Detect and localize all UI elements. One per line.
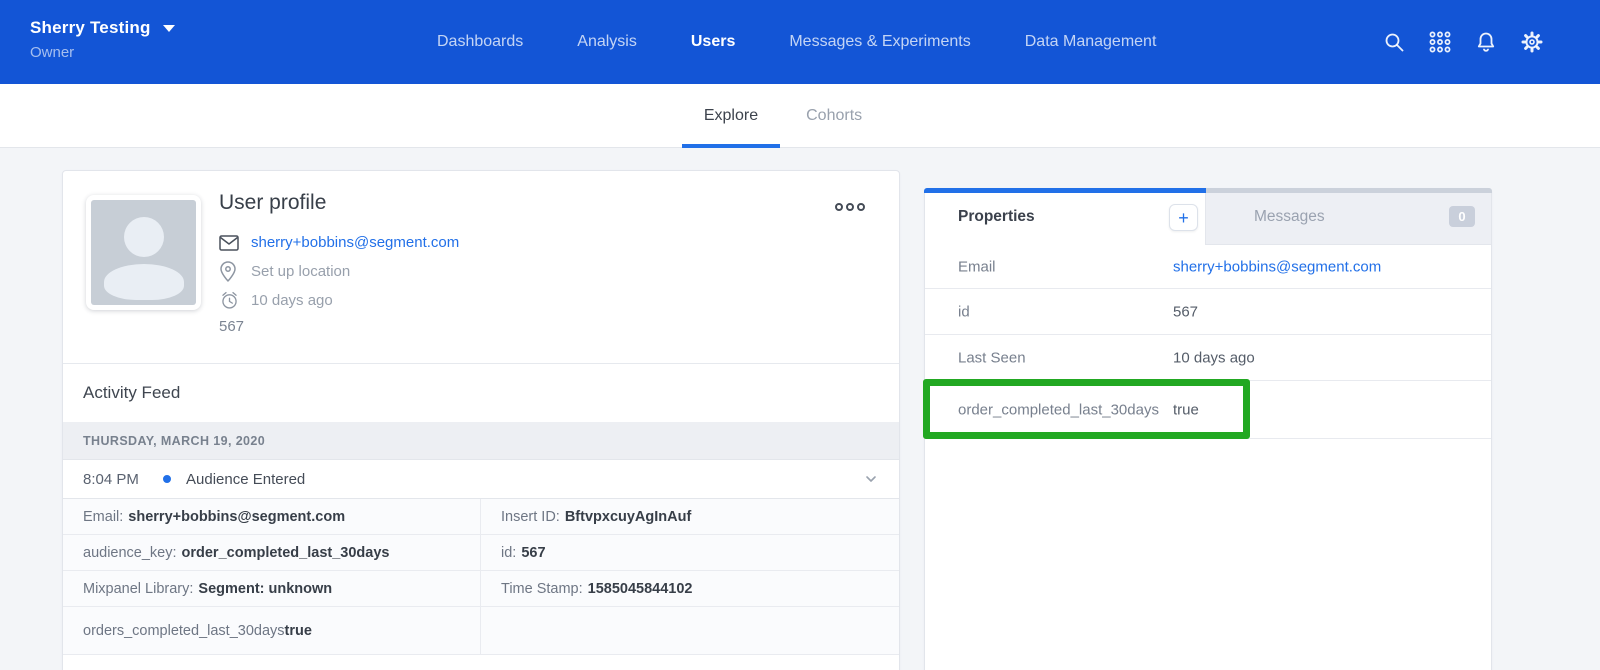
profile-location-row: Set up location <box>219 257 459 286</box>
tab-cohorts[interactable]: Cohorts <box>784 84 884 147</box>
event-name: Audience Entered <box>186 471 305 488</box>
event-prop-library: Mixpanel Library: Segment: unknown <box>63 571 481 606</box>
activity-date-header: THURSDAY, MARCH 19, 2020 <box>63 422 899 460</box>
more-options-button[interactable] <box>835 203 865 211</box>
event-time: 8:04 PM <box>83 471 139 488</box>
search-icon[interactable] <box>1382 30 1406 54</box>
add-property-button[interactable]: + <box>1169 204 1198 231</box>
nav-item-analysis[interactable]: Analysis <box>577 33 637 51</box>
nav-item-messages-experiments[interactable]: Messages & Experiments <box>789 33 970 51</box>
project-switcher[interactable]: Sherry Testing Owner <box>30 18 175 61</box>
apps-grid-icon[interactable] <box>1428 30 1452 54</box>
profile-last-seen: 10 days ago <box>251 292 333 309</box>
profile-email-link[interactable]: sherry+bobbins@segment.com <box>251 234 459 251</box>
event-properties-table: Email: sherry+bobbins@segment.com Insert… <box>63 498 899 655</box>
location-pin-icon <box>219 261 241 282</box>
tab-explore[interactable]: Explore <box>682 84 780 147</box>
activity-feed-title: Activity Feed <box>83 383 180 403</box>
tab-properties[interactable]: Properties + <box>925 189 1206 245</box>
table-row: Email: sherry+bobbins@segment.com Insert… <box>63 499 899 535</box>
event-prop-empty <box>481 607 899 654</box>
property-row-email: Email sherry+bobbins@segment.com <box>925 245 1491 289</box>
project-name: Sherry Testing <box>30 18 151 37</box>
event-prop-id: id: 567 <box>481 535 899 570</box>
event-donut-icon <box>163 475 171 483</box>
profile-info: User profile sherry+bobbins@segment.com … <box>219 191 459 335</box>
tab-messages[interactable]: Messages 0 <box>1206 189 1491 245</box>
main-navigation: Dashboards Analysis Users Messages & Exp… <box>437 0 1156 84</box>
table-row: Mixpanel Library: Segment: unknown Time … <box>63 571 899 607</box>
event-prop-email: Email: sherry+bobbins@segment.com <box>63 499 481 534</box>
profile-location-placeholder[interactable]: Set up location <box>251 263 350 280</box>
notifications-bell-icon[interactable] <box>1474 30 1498 54</box>
avatar-body-shape <box>104 264 184 300</box>
chevron-down-icon <box>163 25 175 32</box>
user-profile-card: User profile sherry+bobbins@segment.com … <box>62 170 900 670</box>
profile-title: User profile <box>219 191 459 215</box>
profile-last-seen-row: 10 days ago <box>219 286 459 315</box>
event-prop-audience-key: audience_key: order_completed_last_30day… <box>63 535 481 570</box>
messages-count-badge: 0 <box>1449 206 1475 227</box>
project-role: Owner <box>30 44 175 61</box>
profile-email-row: sherry+bobbins@segment.com <box>219 228 459 257</box>
top-navbar: Sherry Testing Owner Dashboards Analysis… <box>0 0 1600 84</box>
property-row-last-seen: Last Seen 10 days ago <box>925 335 1491 381</box>
event-prop-insert-id: Insert ID: BftvpxcuyAgInAuf <box>481 499 899 534</box>
nav-item-data-management[interactable]: Data Management <box>1025 33 1157 51</box>
event-prop-timestamp: Time Stamp: 1585045844102 <box>481 571 899 606</box>
nav-item-dashboards[interactable]: Dashboards <box>437 33 523 51</box>
alarm-clock-icon <box>219 290 241 311</box>
profile-distinct-id: 567 <box>219 318 459 335</box>
avatar-head-shape <box>124 217 164 257</box>
activity-event-row[interactable]: 8:04 PM Audience Entered <box>63 460 899 498</box>
avatar <box>86 195 201 310</box>
property-row-order-completed: order_completed_last_30days true <box>925 381 1491 439</box>
navbar-icons <box>1382 0 1544 84</box>
properties-panel-tabs: Properties + Messages 0 <box>925 189 1491 245</box>
event-prop-orders-completed: orders_completed_last_30days true <box>63 607 481 654</box>
properties-panel: Properties + Messages 0 Email sherry+bob… <box>924 188 1492 670</box>
property-email-link[interactable]: sherry+bobbins@segment.com <box>1173 258 1381 275</box>
users-tabstrip: Explore Cohorts <box>0 84 1600 148</box>
table-row: orders_completed_last_30days true <box>63 607 899 655</box>
plus-icon: + <box>1178 209 1189 227</box>
property-row-id: id 567 <box>925 289 1491 335</box>
nav-item-users[interactable]: Users <box>691 33 735 51</box>
chevron-down-icon[interactable] <box>863 471 879 492</box>
activity-feed-header: Activity Feed <box>63 363 899 422</box>
settings-gear-icon[interactable] <box>1520 30 1544 54</box>
envelope-icon <box>219 235 241 251</box>
table-row: audience_key: order_completed_last_30day… <box>63 535 899 571</box>
